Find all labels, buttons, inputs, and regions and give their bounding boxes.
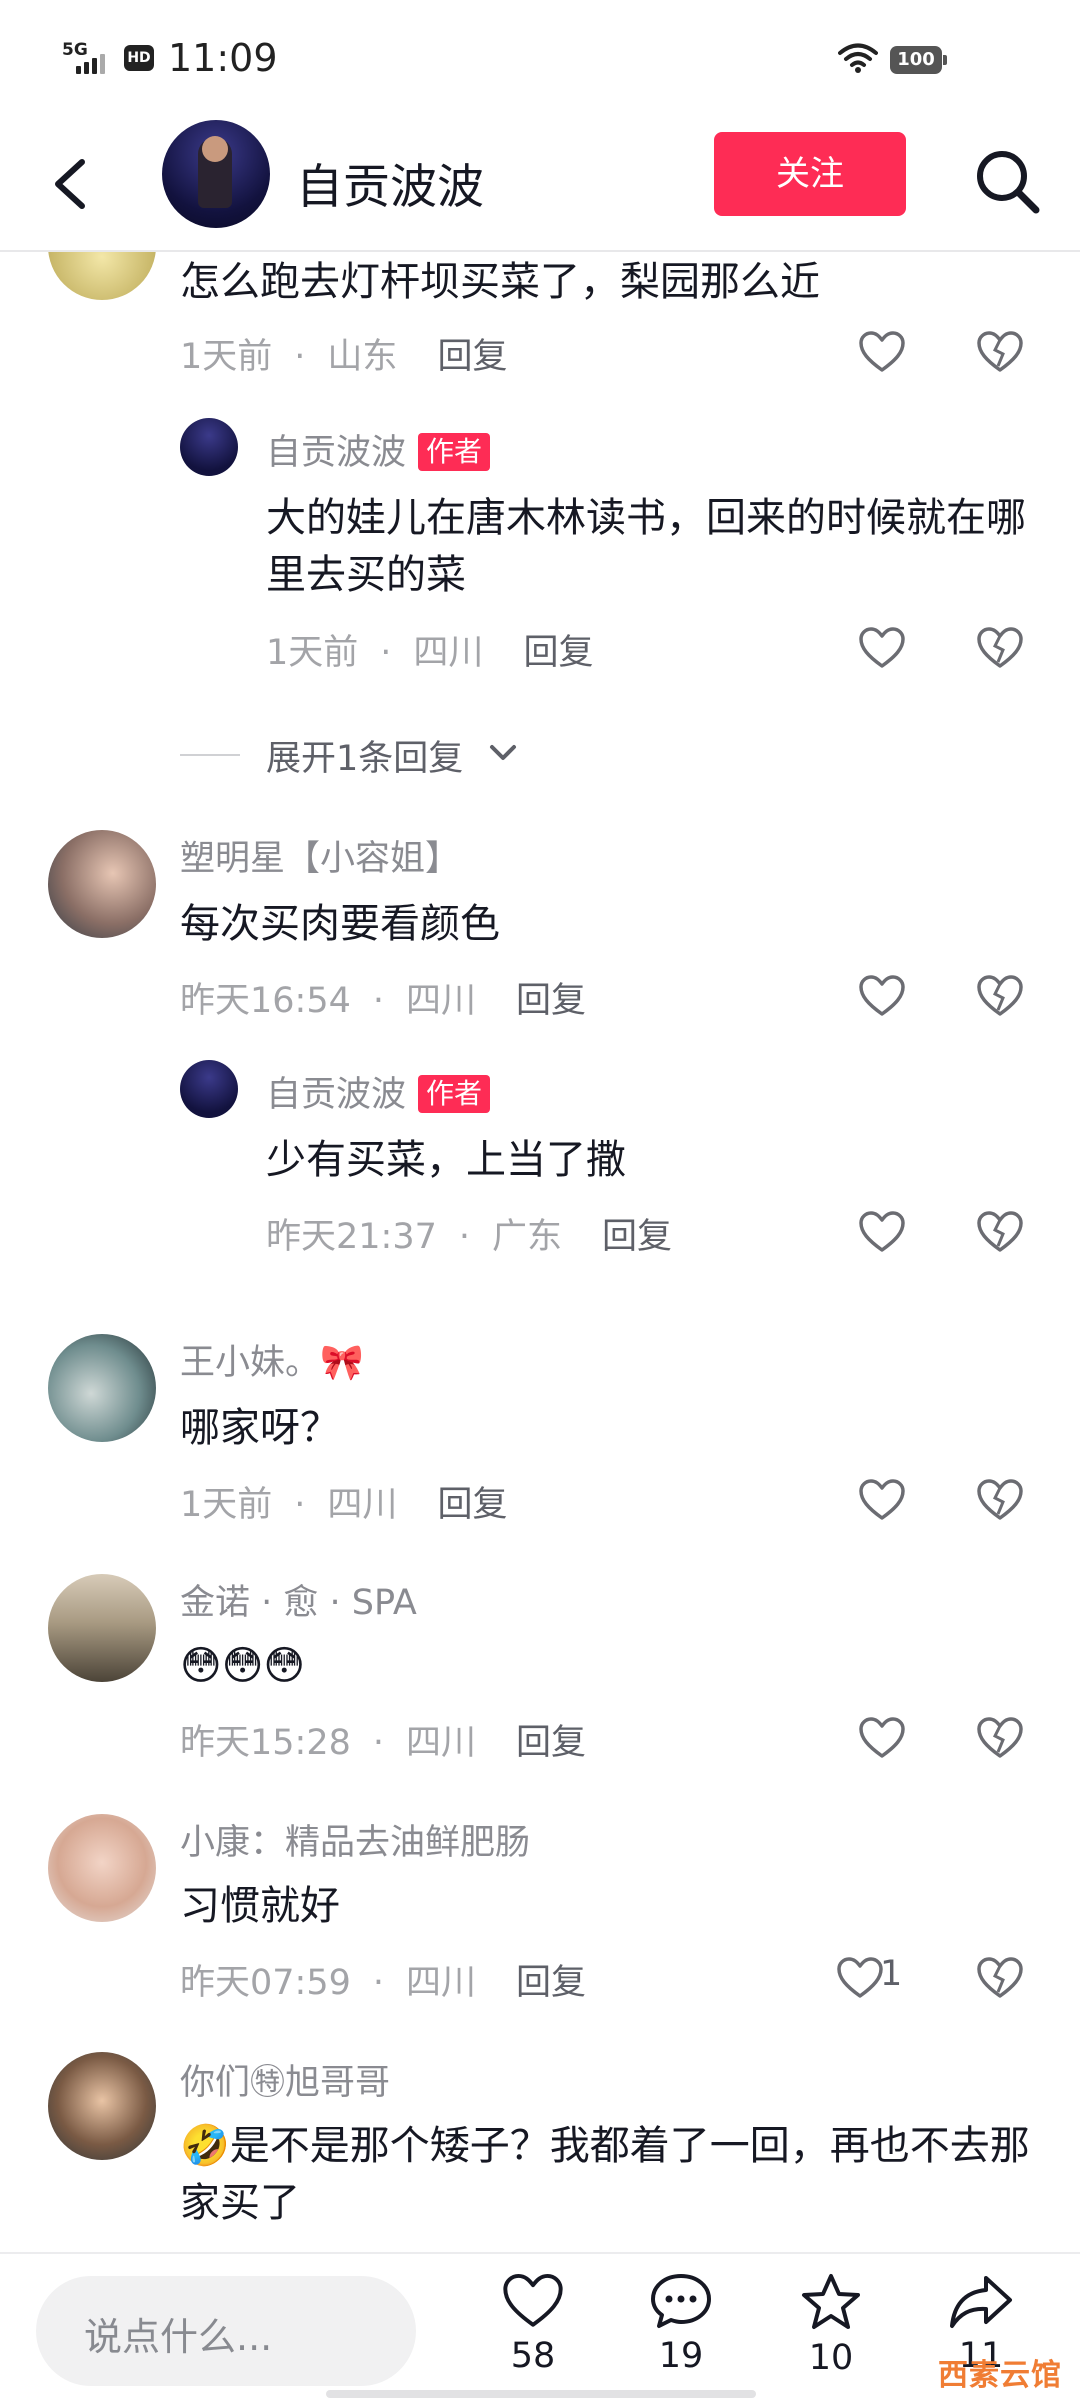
hd-icon: HD (124, 45, 154, 71)
share-icon (950, 2276, 1012, 2328)
clock: 11:09 (168, 36, 278, 80)
author-name[interactable]: 自贡波波 (296, 148, 484, 217)
comment-text: 习惯就好 (180, 1883, 340, 1929)
top-nav-bar: 自贡波波 关注 (0, 120, 1080, 252)
broken-heart-icon[interactable] (976, 626, 1024, 670)
commenter-avatar[interactable] (48, 1334, 156, 1442)
watermark: 西素云馆 (938, 2358, 1062, 2393)
network-type: 5G (62, 40, 88, 60)
comment-input[interactable]: 说点什么... (36, 2276, 416, 2386)
comment-nickname[interactable]: 王小妹。🎀 (180, 1334, 364, 1385)
follow-button[interactable]: 关注 (714, 132, 906, 216)
broken-heart-icon[interactable] (976, 974, 1024, 1018)
heart-icon[interactable] (858, 1716, 906, 1760)
author-badge: 作者 (418, 433, 491, 471)
like-action[interactable]: 58 (478, 2272, 588, 2400)
comment-meta: 昨天16:54 · 四川 回复 (180, 981, 587, 1021)
broken-heart-icon[interactable] (976, 1478, 1024, 1522)
commenter-avatar[interactable] (48, 830, 156, 938)
comment-nickname[interactable]: 小康：精品去油鲜肥肠 (180, 1814, 530, 1865)
search-icon[interactable] (968, 142, 1048, 222)
signal-icon: 5G (62, 40, 112, 76)
reply-button[interactable]: 回复 (523, 633, 593, 673)
divider (180, 754, 240, 756)
reply-button[interactable]: 回复 (516, 981, 586, 1021)
comment-text: 哪家呀？ (180, 1405, 340, 1451)
comment-list[interactable]: 怎么跑去灯杆坝买菜了，梨园那么近 1天前 · 山东 回复 自贡波波 作者 大的娃儿在唐木… (0, 252, 1080, 2252)
heart-icon[interactable] (858, 1210, 906, 1254)
broken-heart-icon[interactable] (976, 1716, 1024, 1760)
expand-replies-button[interactable]: 展开1条回复 (180, 730, 880, 780)
reply-button[interactable]: 回复 (437, 1485, 507, 1525)
heart-icon[interactable] (858, 626, 906, 670)
commenter-avatar[interactable] (48, 252, 156, 300)
heart-icon[interactable] (858, 1478, 906, 1522)
comment-nickname[interactable]: 你们㊕旭哥哥 (180, 2054, 390, 2105)
bottom-action-bar: 说点什么... 58 19 10 11 西素云馆 (0, 2252, 1080, 2400)
comment-text: 每次买肉要看颜色 (180, 901, 500, 947)
commenter-avatar[interactable] (48, 1814, 156, 1922)
star-icon (802, 2274, 860, 2329)
comment-location: 山东 (327, 337, 398, 377)
commenter-avatar[interactable] (48, 1574, 156, 1682)
chevron-down-icon (490, 745, 516, 760)
comment-nickname[interactable]: 自贡波波 作者 (266, 424, 491, 475)
comment-nickname[interactable]: 金诺 · 愈 · SPA (180, 1574, 417, 1625)
battery-indicator: 100 (890, 46, 947, 74)
heart-icon[interactable] (858, 330, 906, 374)
status-bar: 5G HD 11:09 100 (0, 0, 1080, 120)
reply-button[interactable]: 回复 (602, 1217, 672, 1257)
reply-button[interactable]: 回复 (516, 1963, 586, 2003)
comment-meta: 昨天15:28 · 四川 回复 (180, 1723, 587, 1763)
favorite-action[interactable]: 10 (776, 2272, 886, 2400)
broken-heart-icon[interactable] (976, 1210, 1024, 1254)
comment-text: 😳😳😳 (180, 1643, 306, 1689)
comment-text: 怎么跑去灯杆坝买菜了，梨园那么近 (180, 259, 820, 305)
comment-meta: 1天前 · 山东 回复 (180, 337, 508, 377)
favorite-count: 10 (808, 2338, 854, 2378)
comment-time: 1天前 (180, 337, 273, 377)
author-avatar-small[interactable] (180, 418, 238, 476)
comment-text: 🤣是不是那个矮子？我都着了一回，再也不去那家买了 (180, 2123, 1030, 2226)
home-indicator[interactable] (326, 2390, 756, 2398)
author-avatar[interactable] (162, 120, 270, 228)
comment-nickname[interactable]: 塑明星【小容姐】 (180, 830, 460, 881)
heart-icon[interactable] (858, 974, 906, 1018)
comment-input-placeholder: 说点什么... (84, 2315, 273, 2359)
like-count: 1 (880, 1954, 903, 1994)
like-count: 58 (510, 2336, 556, 2376)
comment-text: 大的娃儿在唐木林读书，回来的时候就在哪里去买的菜 (266, 495, 1026, 598)
comment-nickname[interactable]: 自贡波波 作者 (266, 1066, 491, 1117)
wifi-icon (838, 43, 878, 73)
comment-icon (651, 2274, 711, 2328)
heart-icon (503, 2273, 563, 2327)
comment-meta: 1天前 · 四川 回复 (266, 633, 594, 673)
broken-heart-icon[interactable] (976, 330, 1024, 374)
comment-text: 少有买菜，上当了撒 (266, 1137, 626, 1183)
expand-replies-label: 展开1条回复 (266, 739, 464, 779)
reply-button[interactable]: 回复 (516, 1723, 586, 1763)
back-icon[interactable] (38, 148, 104, 220)
comment-meta: 昨天07:59 · 四川 回复 (180, 1963, 587, 2003)
reply-button[interactable]: 回复 (437, 337, 507, 377)
commenter-avatar[interactable] (48, 2052, 156, 2160)
author-avatar-small[interactable] (180, 1060, 238, 1118)
comment-meta: 1天前 · 四川 回复 (180, 1485, 508, 1525)
heart-icon[interactable] (836, 1956, 884, 2000)
broken-heart-icon[interactable] (976, 1956, 1024, 2000)
author-badge: 作者 (418, 1075, 491, 1113)
comment-count: 19 (658, 2336, 704, 2376)
comment-meta: 昨天21:37 · 广东 回复 (266, 1217, 673, 1257)
comment-action[interactable]: 19 (626, 2272, 736, 2400)
